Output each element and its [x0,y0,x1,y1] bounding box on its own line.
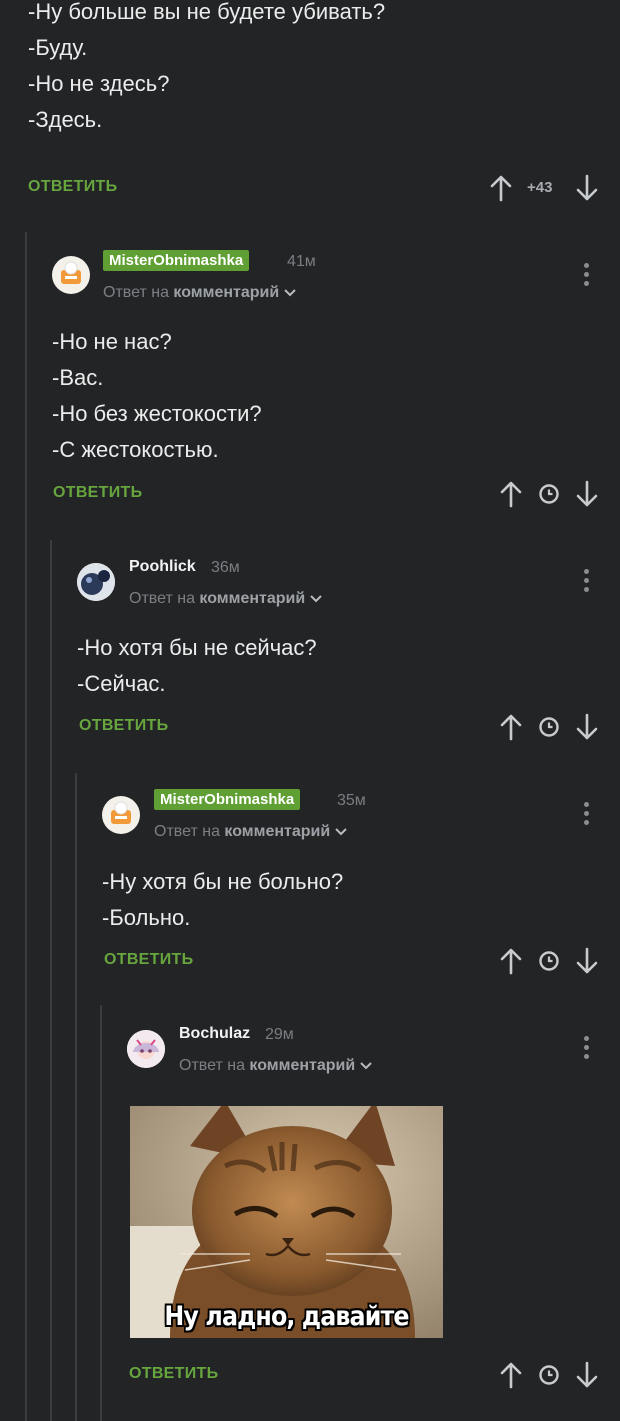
meme-caption: Ну ладно, давайте [164,1301,409,1332]
clock-icon[interactable] [538,716,560,738]
chevron-down-icon [334,828,347,836]
chevron-down-icon [359,1062,372,1070]
avatar[interactable] [52,256,90,294]
reply-button[interactable]: ОТВЕТИТЬ [28,178,117,196]
reply-to-target[interactable]: комментарий [199,590,305,607]
reply-to-prefix: Ответ на [154,823,220,840]
reply-to-prefix: Ответ на [129,590,195,607]
comment-time: 35м [337,792,366,809]
clock-icon[interactable] [538,483,560,505]
arrow-down-icon[interactable] [576,174,598,202]
reply-button[interactable]: ОТВЕТИТЬ [79,717,168,735]
reply-button[interactable]: ОТВЕТИТЬ [104,951,193,969]
comment-time: 36м [211,559,240,576]
author-name[interactable]: MisterObnimashka [154,789,301,810]
author-name[interactable]: Bochulaz [179,1025,250,1043]
author-name[interactable]: MisterObnimashka [103,250,250,271]
thread-line [75,773,77,1421]
comment-text: -Ну хотя бы не больно? -Больно. [102,869,344,930]
reply-to-target[interactable]: комментарий [249,1057,355,1074]
comment-text: -Но не нас? -Вас. -Но без жестокости? -С… [52,329,262,462]
thread-line [100,1005,102,1421]
comment-time: 41м [287,253,316,270]
thread-line [50,540,52,1421]
chevron-down-icon [283,289,296,297]
reply-to-target[interactable]: комментарий [224,823,330,840]
comment-text: -Но хотя бы не сейчас? -Сейчас. [77,635,317,696]
avatar[interactable] [77,563,115,601]
arrow-up-icon[interactable] [500,1361,522,1389]
more-vertical-icon[interactable] [581,263,591,289]
arrow-down-icon[interactable] [576,713,598,741]
more-vertical-icon[interactable] [581,569,591,595]
vote-score: +43 [527,179,553,196]
meme-image[interactable]: Ну ладно, давайте [130,1106,443,1338]
thread-line [25,232,27,1421]
reply-to[interactable]: Ответ на комментарий [154,823,347,841]
arrow-up-icon[interactable] [500,947,522,975]
arrow-down-icon[interactable] [576,480,598,508]
more-vertical-icon[interactable] [581,802,591,828]
clock-icon[interactable] [538,1364,560,1386]
comment-time: 29м [265,1026,294,1043]
more-vertical-icon[interactable] [581,1036,591,1062]
author-name[interactable]: Poohlick [129,558,196,576]
reply-to[interactable]: Ответ на комментарий [179,1057,372,1075]
reply-to[interactable]: Ответ на комментарий [129,590,322,608]
reply-to-target[interactable]: комментарий [173,284,279,301]
chevron-down-icon [309,595,322,603]
clock-icon[interactable] [538,950,560,972]
reply-to-prefix: Ответ на [179,1057,245,1074]
reply-to[interactable]: Ответ на комментарий [103,284,296,302]
reply-to-prefix: Ответ на [103,284,169,301]
reply-button[interactable]: ОТВЕТИТЬ [53,484,142,502]
avatar[interactable] [127,1030,165,1068]
arrow-up-icon[interactable] [500,480,522,508]
avatar[interactable] [102,796,140,834]
arrow-down-icon[interactable] [576,1361,598,1389]
reply-button[interactable]: ОТВЕТИТЬ [129,1365,218,1383]
arrow-down-icon[interactable] [576,947,598,975]
comment-text: -Ну больше вы не будете убивать? -Буду. … [28,0,386,132]
arrow-up-icon[interactable] [490,174,512,202]
arrow-up-icon[interactable] [500,713,522,741]
